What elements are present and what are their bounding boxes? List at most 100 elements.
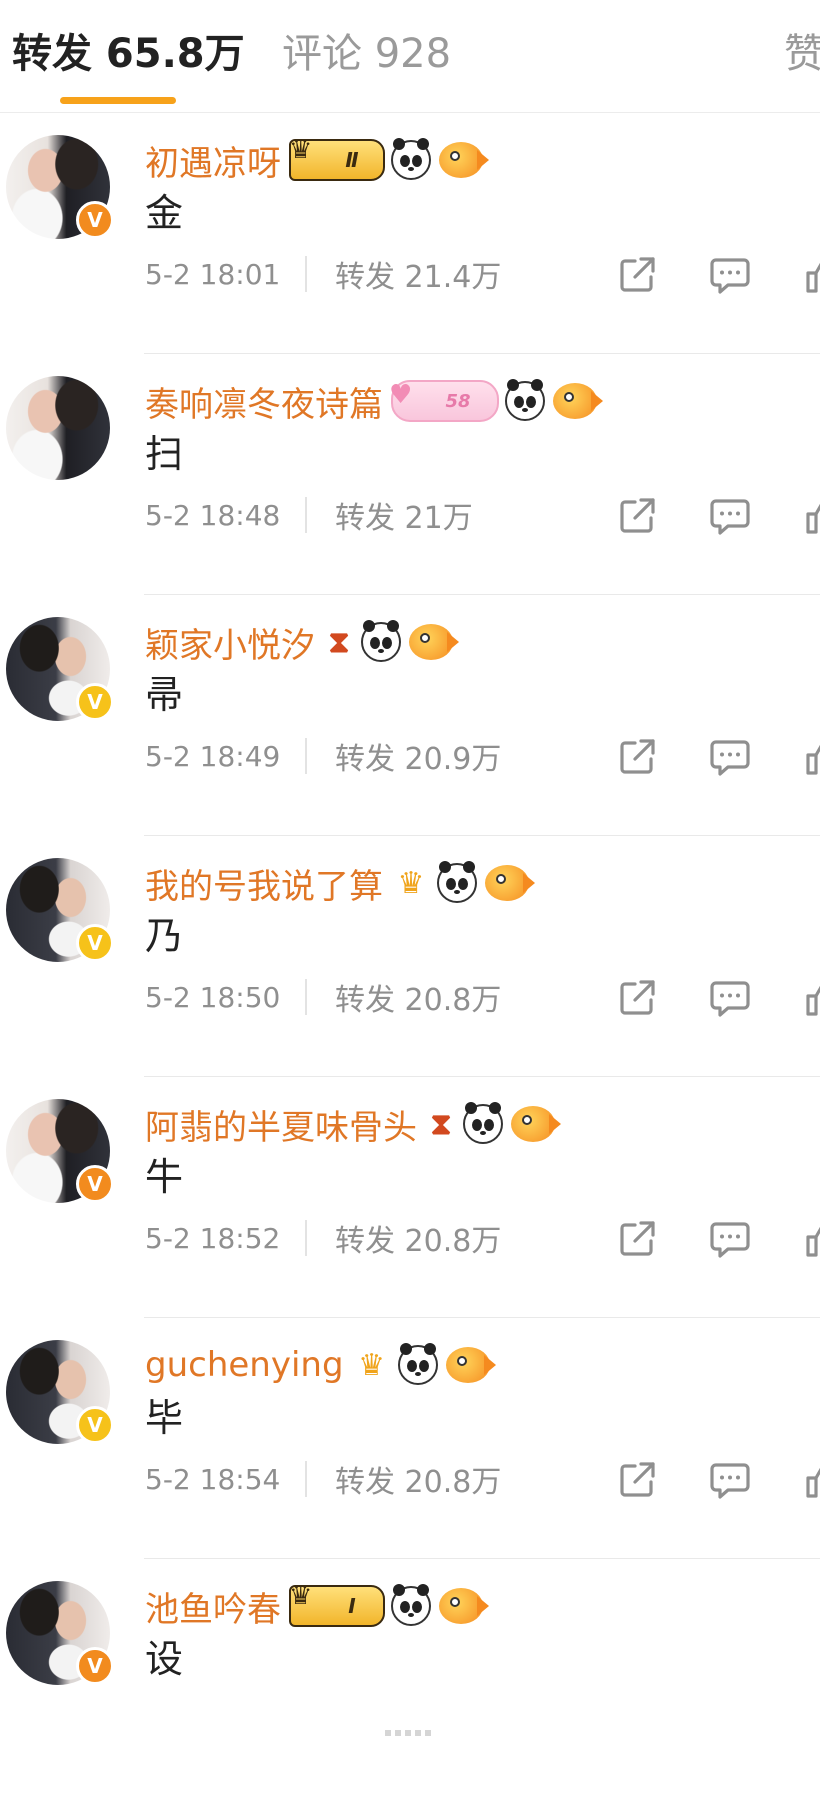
share-icon[interactable] <box>615 735 659 779</box>
avatar[interactable]: V <box>6 1099 114 1205</box>
level-crown-badge-icon: ♛ Ⅰ <box>289 1581 385 1627</box>
comment-icon[interactable] <box>708 735 752 779</box>
panda-icon <box>505 379 545 421</box>
list-item: V guchenying ♛ 毕 5-2 18:54 转发 20.8万 <box>0 1318 820 1559</box>
avatar[interactable]: V <box>6 617 114 723</box>
repost-content: 毕 <box>145 1396 184 1440</box>
gold-crown-icon: ♛ <box>397 865 425 901</box>
like-icon[interactable] <box>804 976 820 1020</box>
comment-icon[interactable] <box>708 494 752 538</box>
divider <box>305 497 307 533</box>
avatar[interactable]: V <box>6 135 114 241</box>
name-row: 我的号我说了算 ♛ <box>145 858 535 908</box>
timestamp: 5-2 18:48 <box>145 498 281 532</box>
avatar[interactable]: V <box>6 1340 114 1446</box>
repost-list: V 初遇凉呀 ♛ Ⅱ 金 5-2 18:01 转发 21.4万 奏响凛冬夜诗篇 … <box>0 113 820 1800</box>
repost-count[interactable]: 转发 20.8万 <box>335 1216 501 1260</box>
meta-row: 5-2 18:01 转发 21.4万 <box>145 249 501 299</box>
verified-badge-icon: V <box>76 1406 114 1444</box>
active-tab-indicator <box>60 97 176 104</box>
timestamp: 5-2 18:54 <box>145 1462 281 1496</box>
divider <box>305 256 307 292</box>
repost-count[interactable]: 转发 20.9万 <box>335 734 501 778</box>
repost-content: 帚 <box>145 673 184 717</box>
panda-icon <box>463 1102 503 1144</box>
divider <box>305 738 307 774</box>
avatar[interactable]: V <box>6 1581 114 1687</box>
fish-icon <box>445 1347 496 1383</box>
comment-icon[interactable] <box>708 976 752 1020</box>
avatar[interactable]: V <box>6 858 114 964</box>
name-row: 初遇凉呀 ♛ Ⅱ <box>145 135 489 185</box>
timestamp: 5-2 18:49 <box>145 739 281 773</box>
comment-icon[interactable] <box>708 253 752 297</box>
fish-icon <box>511 1106 561 1142</box>
level-crown-badge-icon: ♛ Ⅱ <box>289 135 385 181</box>
list-item: V 我的号我说了算 ♛ 乃 5-2 18:50 转发 20.8万 <box>0 836 820 1077</box>
repost-content: 扫 <box>145 432 184 476</box>
hourglass-icon: ⧗ <box>430 1106 452 1142</box>
panda-icon <box>391 1584 431 1626</box>
tab-reposts[interactable]: 转发 65.8万 <box>12 26 245 82</box>
avatar[interactable] <box>6 376 112 482</box>
crown-icon: ♛ <box>289 1581 313 1611</box>
verified-badge-icon: V <box>76 924 114 962</box>
like-icon[interactable] <box>804 494 820 538</box>
comment-icon[interactable] <box>708 1458 752 1502</box>
hourglass-icon: ⧗ <box>328 624 350 660</box>
repost-content: 乃 <box>145 914 184 958</box>
comment-icon[interactable] <box>708 1217 752 1261</box>
username[interactable]: guchenying <box>145 1345 344 1385</box>
repost-count[interactable]: 转发 20.8万 <box>335 1457 501 1501</box>
tab-comments[interactable]: 评论 928 <box>282 26 451 82</box>
share-icon[interactable] <box>615 494 659 538</box>
divider <box>305 1220 307 1256</box>
repost-content: 设 <box>145 1637 184 1681</box>
like-icon[interactable] <box>804 1217 820 1261</box>
fish-icon <box>439 1588 489 1624</box>
name-row: 颖家小悦汐 ⧗ <box>145 617 459 667</box>
fish-icon <box>439 142 489 178</box>
fish-icon <box>553 383 603 419</box>
name-row: 池鱼吟春 ♛ Ⅰ <box>145 1581 489 1631</box>
divider <box>305 1461 307 1497</box>
like-icon[interactable] <box>804 253 820 297</box>
meta-row: 5-2 18:54 转发 20.8万 <box>145 1454 501 1504</box>
list-item: V 初遇凉呀 ♛ Ⅱ 金 5-2 18:01 转发 21.4万 <box>0 113 820 354</box>
tab-likes[interactable]: 赞 <box>784 26 820 82</box>
username[interactable]: 颖家小悦汐 <box>145 618 315 667</box>
list-item: V 阿翡的半夏味骨头 ⧗ 牛 5-2 18:52 转发 20.8万 <box>0 1077 820 1318</box>
name-row: guchenying ♛ <box>145 1340 496 1390</box>
verified-badge-icon: V <box>76 1165 114 1203</box>
username[interactable]: 池鱼吟春 <box>145 1582 281 1631</box>
panda-icon <box>361 620 401 662</box>
panda-icon <box>397 1343 438 1385</box>
share-icon[interactable] <box>615 976 659 1020</box>
gold-crown-icon: ♛ <box>358 1347 385 1383</box>
share-icon[interactable] <box>615 253 659 297</box>
username[interactable]: 初遇凉呀 <box>145 136 281 185</box>
divider <box>305 979 307 1015</box>
repost-count[interactable]: 转发 20.8万 <box>335 975 501 1019</box>
timestamp: 5-2 18:50 <box>145 980 281 1014</box>
panda-icon <box>437 861 477 903</box>
pig-icon: ♥ <box>389 380 413 410</box>
crown-icon: ♛ <box>289 135 313 165</box>
repost-count[interactable]: 转发 21万 <box>335 493 473 537</box>
pig-level-badge-icon: ♥ 58 <box>389 380 499 422</box>
share-icon[interactable] <box>615 1217 659 1261</box>
fish-icon <box>485 865 535 901</box>
level-label: Ⅰ <box>348 1594 356 1618</box>
meta-row: 5-2 18:48 转发 21万 <box>145 490 473 540</box>
repost-count[interactable]: 转发 21.4万 <box>335 252 501 296</box>
username[interactable]: 阿翡的半夏味骨头 <box>145 1100 417 1149</box>
share-icon[interactable] <box>615 1458 659 1502</box>
like-icon[interactable] <box>804 1458 820 1502</box>
username[interactable]: 奏响凛冬夜诗篇 <box>145 377 383 426</box>
username[interactable]: 我的号我说了算 <box>145 859 383 908</box>
verified-badge-icon: V <box>76 201 114 239</box>
level-label: 58 <box>445 390 471 412</box>
like-icon[interactable] <box>804 735 820 779</box>
list-item: V 颖家小悦汐 ⧗ 帚 5-2 18:49 转发 20.9万 <box>0 595 820 836</box>
name-row: 阿翡的半夏味骨头 ⧗ <box>145 1099 561 1149</box>
